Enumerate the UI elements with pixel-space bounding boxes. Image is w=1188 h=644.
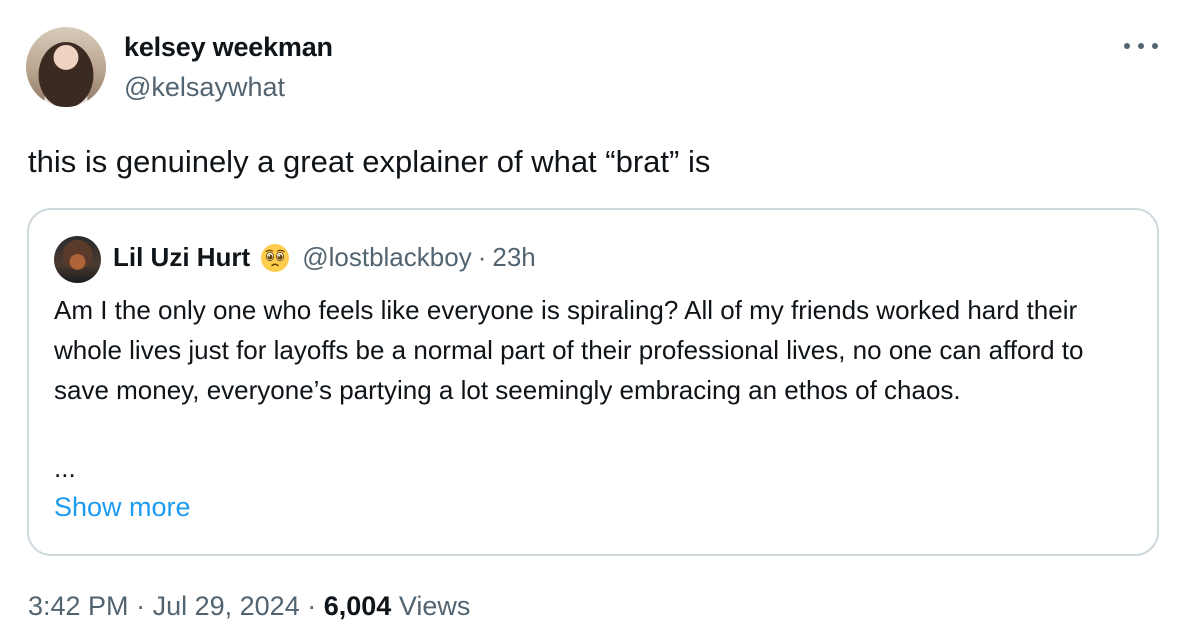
quote-author-handle[interactable]: @lostblackboy (302, 242, 471, 273)
pleading-face-icon (261, 243, 290, 272)
tweet-date[interactable]: Jul 29, 2024 (153, 591, 300, 621)
quote-timestamp[interactable]: 23h (492, 242, 535, 273)
author-handle[interactable]: @kelsaywhat (124, 72, 285, 103)
quote-separator: · (477, 242, 487, 272)
tweet-text: this is genuinely a great explainer of w… (28, 144, 711, 179)
quote-author-name[interactable]: Lil Uzi Hurt (113, 242, 250, 273)
views-count: 6,004 (323, 591, 392, 621)
tweet-time[interactable]: 3:42 PM (28, 591, 129, 621)
quote-header: Lil Uzi Hurt @lostblackboy · 23h (113, 242, 536, 273)
more-options-icon[interactable] (1124, 34, 1158, 58)
author-name[interactable]: kelsey weekman (124, 32, 333, 63)
author-avatar[interactable] (26, 27, 106, 107)
show-more-link[interactable]: Show more (54, 492, 191, 523)
quote-ellipsis: ... (54, 453, 76, 483)
meta-separator: · (307, 591, 317, 621)
quote-author-avatar[interactable] (54, 236, 101, 283)
quoted-tweet-card[interactable]: Lil Uzi Hurt @lostblackboy · 23h Am I th… (27, 208, 1159, 556)
quote-text: Am I the only one who feels like everyon… (54, 295, 1084, 405)
tweet-meta: 3:42 PM · Jul 29, 2024 · 6,004 Views (28, 591, 470, 622)
views-label: Views (398, 591, 471, 621)
tweet: kelsey weekman @kelsaywhat this is genui… (0, 0, 1188, 644)
meta-separator: · (136, 591, 146, 621)
